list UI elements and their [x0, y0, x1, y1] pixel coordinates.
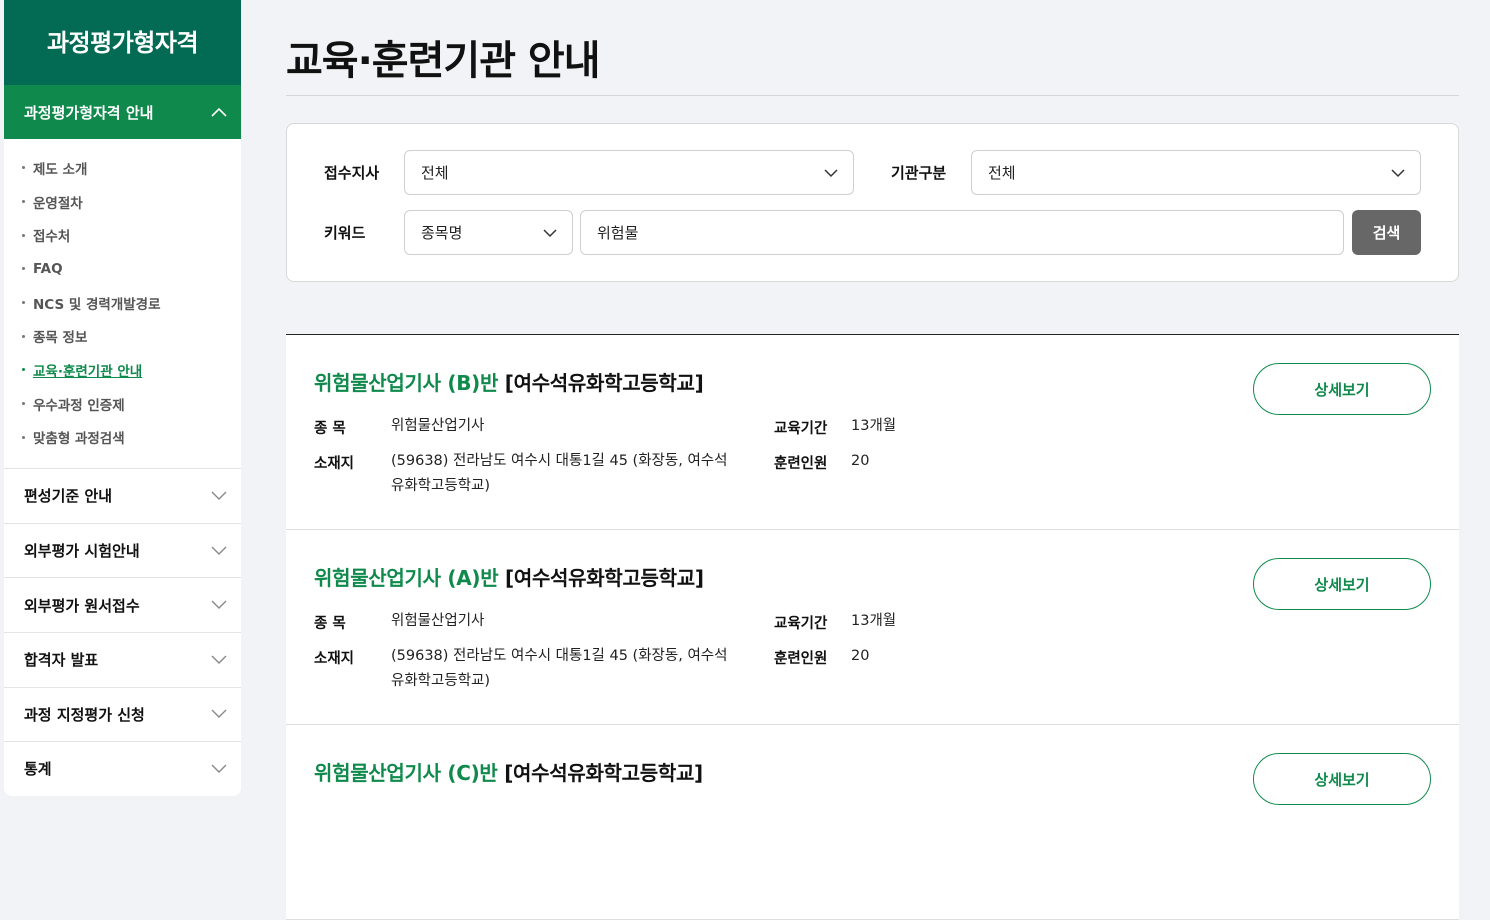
keyword-type-value: 종목명 — [421, 224, 463, 242]
item-label: 종 목 — [314, 421, 346, 437]
institution-name: [여수석유화학고등학교] — [504, 371, 704, 395]
sidebar-subitem-faq[interactable]: FAQ — [4, 252, 241, 286]
chevron-up-icon — [211, 107, 227, 117]
org-type-label: 기관구분 — [891, 164, 947, 182]
location-line2: 유화학고등학교) — [391, 478, 491, 494]
sidebar-section-label: 과정평가형자격 안내 — [24, 103, 154, 122]
detail-button[interactable]: 상세보기 — [1253, 558, 1431, 610]
sidebar-section-results[interactable]: 합격자 발표 — [4, 631, 241, 687]
bullet-icon — [22, 200, 25, 204]
location-label: 소재지 — [314, 651, 355, 667]
branch-select-value: 전체 — [421, 164, 449, 182]
main-content: 교육·훈련기관 안내 접수지사 전체 기관구분 전체 키워드 종목명 검색 위험… — [286, 0, 1459, 920]
sidebar-section-statistics[interactable]: 통계 — [4, 741, 241, 796]
bullet-icon — [22, 368, 25, 372]
course-name: 위험물산업기사 (C)반 — [314, 761, 498, 785]
chevron-down-icon — [211, 600, 227, 610]
sidebar-subitem-procedure[interactable]: 운영절차 — [4, 185, 241, 219]
chevron-down-icon — [211, 546, 227, 555]
count-label: 훈련인원 — [774, 456, 828, 472]
location-label: 소재지 — [314, 456, 355, 472]
chevron-down-icon — [543, 228, 557, 237]
count-value: 20 — [851, 453, 870, 469]
count-value: 20 — [851, 648, 870, 664]
results-list: 위험물산업기사 (B)반 [여수석유화학고등학교] 상세보기 종 목 위험물산업… — [286, 334, 1459, 920]
period-value: 13개월 — [851, 418, 897, 434]
location-line1: (59638) 전라남도 여수시 대통1길 45 (화장동, 여수석 — [391, 648, 728, 664]
detail-button[interactable]: 상세보기 — [1253, 363, 1431, 415]
chevron-down-icon — [211, 491, 227, 500]
keyword-label: 키워드 — [324, 224, 366, 242]
course-name: 위험물산업기사 (A)반 — [314, 566, 499, 590]
sidebar-subitem-reception[interactable]: 접수처 — [4, 218, 241, 252]
sidebar-subitem-ncs[interactable]: NCS 및 경력개발경로 — [4, 286, 241, 320]
location-line1: (59638) 전라남도 여수시 대통1길 45 (화장동, 여수석 — [391, 453, 728, 469]
course-title[interactable]: 위험물산업기사 (C)반 [여수석유화학고등학교] — [314, 757, 703, 786]
sidebar-subitem-certification[interactable]: 우수과정 인증제 — [4, 387, 241, 421]
sidebar-subitem-item-info[interactable]: 종목 정보 — [4, 319, 241, 353]
bullet-icon — [22, 435, 25, 439]
period-label: 교육기간 — [774, 616, 828, 632]
bullet-icon — [22, 402, 25, 406]
location-line2: 유화학고등학교) — [391, 673, 491, 689]
course-title[interactable]: 위험물산업기사 (B)반 [여수석유화학고등학교] — [314, 367, 704, 396]
search-panel: 접수지사 전체 기관구분 전체 키워드 종목명 검색 — [286, 123, 1459, 282]
branch-select[interactable]: 전체 — [404, 150, 854, 195]
sidebar-brand: 과정평가형자격 — [4, 0, 241, 85]
chevron-down-icon — [824, 168, 838, 177]
org-type-select-value: 전체 — [988, 164, 1016, 182]
sidebar-subitem-intro[interactable]: 제도 소개 — [4, 151, 241, 185]
title-divider — [286, 95, 1459, 96]
item-label: 종 목 — [314, 616, 346, 632]
item-value: 위험물산업기사 — [391, 613, 485, 629]
list-item: 위험물산업기사 (A)반 [여수석유화학고등학교] 상세보기 종 목 위험물산업… — [286, 530, 1459, 725]
period-value: 13개월 — [851, 613, 897, 629]
count-label: 훈련인원 — [774, 651, 828, 667]
org-type-select[interactable]: 전체 — [971, 150, 1421, 195]
course-title[interactable]: 위험물산업기사 (A)반 [여수석유화학고등학교] — [314, 562, 704, 591]
bullet-icon — [22, 233, 25, 237]
sidebar-section-exam-info[interactable]: 외부평가 시험안내 — [4, 522, 241, 578]
sidebar-subitem-institutions[interactable]: 교육·훈련기관 안내 — [4, 353, 241, 387]
list-item: 위험물산업기사 (C)반 [여수석유화학고등학교] 상세보기 — [286, 725, 1459, 920]
keyword-input[interactable] — [580, 210, 1344, 255]
detail-button[interactable]: 상세보기 — [1253, 753, 1431, 805]
course-name: 위험물산업기사 (B)반 — [314, 371, 499, 395]
sidebar-section-designation[interactable]: 과정 지정평가 신청 — [4, 686, 241, 742]
page-title: 교육·훈련기관 안내 — [286, 38, 601, 84]
sidebar-submenu: 제도 소개 운영절차 접수처 FAQ NCS 및 경력개발경로 종목 정보 교육… — [4, 139, 241, 468]
bullet-icon — [22, 166, 25, 170]
sidebar-section-open[interactable]: 과정평가형자격 안내 — [4, 85, 241, 139]
sidebar-subitem-custom-search[interactable]: 맞춤형 과정검색 — [4, 421, 241, 455]
institution-name: [여수석유화학고등학교] — [505, 566, 704, 590]
chevron-down-icon — [211, 655, 227, 664]
chevron-down-icon — [211, 764, 227, 773]
sidebar: 과정평가형자격 과정평가형자격 안내 제도 소개 운영절차 접수처 FAQ NC… — [4, 0, 241, 796]
period-label: 교육기간 — [774, 421, 828, 437]
institution-name: [여수석유화학고등학교] — [504, 761, 703, 785]
list-item: 위험물산업기사 (B)반 [여수석유화학고등학교] 상세보기 종 목 위험물산업… — [286, 335, 1459, 530]
branch-label: 접수지사 — [324, 164, 380, 182]
bullet-icon — [22, 301, 25, 305]
sidebar-section-application[interactable]: 외부평가 원서접수 — [4, 577, 241, 632]
keyword-type-select[interactable]: 종목명 — [404, 210, 573, 255]
bullet-icon — [22, 334, 25, 338]
chevron-down-icon — [211, 709, 227, 719]
bullet-icon — [22, 267, 25, 271]
search-button[interactable]: 검색 — [1352, 210, 1421, 255]
chevron-down-icon — [1391, 168, 1405, 177]
item-value: 위험물산업기사 — [391, 418, 485, 434]
sidebar-section-standards[interactable]: 편성기준 안내 — [4, 468, 241, 523]
